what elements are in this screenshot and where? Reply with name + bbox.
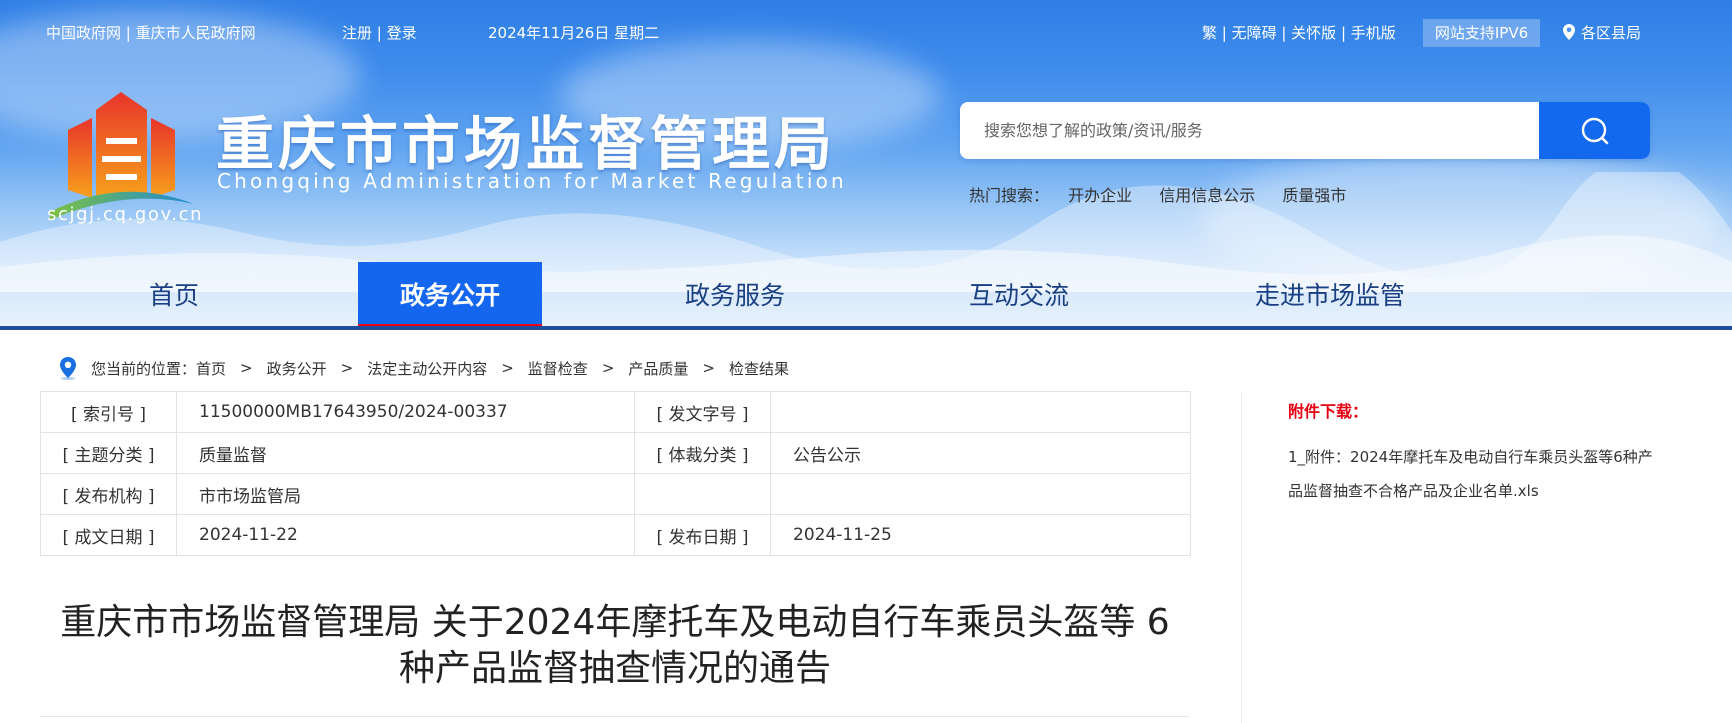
breadcrumb-separator: > [702, 359, 715, 377]
meta-value: 11500000MB17643950/2024-00337 [176, 391, 635, 433]
meta-value: 市市场监管局 [176, 473, 635, 515]
nav-underline [0, 326, 1732, 330]
column-divider [1241, 391, 1242, 723]
breadcrumb-item[interactable]: 监督检查 [528, 358, 588, 379]
nav-about-regulation[interactable]: 走进市场监管 [1240, 262, 1420, 326]
site-header: 中国政府网 | 重庆市人民政府网 注册 | 登录 2024年11月26日 星期二… [0, 0, 1732, 330]
search-icon [1581, 117, 1608, 144]
title-divider [40, 716, 1189, 717]
table-row: [ 成文日期 ] 2024-11-22 [ 发布日期 ] 2024-11-25 [40, 514, 1191, 556]
meta-value: 质量监督 [176, 432, 635, 474]
hot-search: 热门搜索： 开办企业 信用信息公示 质量强市 [969, 182, 1346, 206]
ipv6-badge: 网站支持IPV6 [1423, 19, 1540, 47]
table-row: [ 发布机构 ] 市市场监管局 [40, 473, 1191, 515]
nav-interaction[interactable]: 互动交流 [944, 262, 1094, 326]
breadcrumb-separator: > [501, 359, 514, 377]
document-meta-table: [ 索引号 ] 11500000MB17643950/2024-00337 [ … [40, 391, 1191, 556]
table-row: [ 索引号 ] 11500000MB17643950/2024-00337 [ … [40, 391, 1191, 433]
hot-term-credit[interactable]: 信用信息公示 [1159, 186, 1255, 205]
breadcrumb-item[interactable]: 检查结果 [729, 358, 789, 379]
breadcrumb-prefix: 您当前的位置： [91, 359, 197, 378]
meta-label: [ 成文日期 ] [40, 514, 177, 556]
meta-label: [ 发布日期 ] [634, 514, 771, 556]
meta-value [770, 391, 1191, 433]
meta-value: 2024-11-25 [770, 514, 1191, 556]
meta-label: [ 主题分类 ] [40, 432, 177, 474]
nav-government-services[interactable]: 政务服务 [660, 262, 810, 326]
hot-term-business[interactable]: 开办企业 [1068, 186, 1132, 205]
accessibility-tools[interactable]: 繁 | 无障碍 | 关怀版 | 手机版 [1202, 22, 1396, 43]
location-pin-icon [1563, 24, 1575, 40]
attachment-link[interactable]: 1_附件：2024年摩托车及电动自行车乘员头盔等6种产品监督抽查不合格产品及企业… [1288, 440, 1658, 508]
nav-government-affairs[interactable]: 政务公开 [358, 262, 542, 330]
breadcrumb-separator: > [240, 359, 253, 377]
current-date: 2024年11月26日 星期二 [488, 24, 660, 42]
gov-links[interactable]: 中国政府网 | 重庆市人民政府网 [46, 22, 256, 43]
hot-search-label: 热门搜索： [969, 186, 1050, 205]
breadcrumb: 您当前的位置： 首页 > 政务公开 > 法定主动公开内容 > 监督检查 > 产品… [57, 356, 789, 380]
search-input[interactable] [960, 102, 1538, 159]
meta-label: [ 体裁分类 ] [634, 432, 771, 474]
register-login-links[interactable]: 注册 | 登录 [342, 22, 417, 43]
meta-label: [ 发布机构 ] [40, 473, 177, 515]
districts-label: 各区县局 [1581, 24, 1642, 42]
hot-term-quality[interactable]: 质量强市 [1282, 186, 1346, 205]
article-title: 重庆市市场监督管理局 关于2024年摩托车及电动自行车乘员头盔等 6 种产品监督… [60, 600, 1170, 692]
breadcrumb-separator: > [601, 359, 615, 377]
search-box [960, 102, 1650, 159]
attachments-title: 附件下载： [1288, 402, 1369, 421]
meta-label [634, 473, 771, 515]
site-domain: scjgj.cq.gov.cn [47, 204, 204, 225]
meta-label: [ 发文字号 ] [634, 391, 771, 433]
search-button[interactable] [1539, 102, 1650, 159]
breadcrumb-item[interactable]: 首页 [196, 358, 226, 379]
site-english-name: Chongqing Administration for Market Regu… [217, 169, 847, 193]
article-title-line: 种产品监督抽查情况的通告 [398, 648, 831, 689]
breadcrumb-separator: > [340, 359, 354, 377]
main-nav: 首页 政务公开 政务服务 互动交流 走进市场监管 [0, 262, 1732, 330]
breadcrumb-item[interactable]: 政务公开 [267, 358, 327, 379]
meta-value [770, 473, 1191, 515]
districts-link[interactable]: 各区县局 [1563, 22, 1641, 43]
breadcrumb-item[interactable]: 法定主动公开内容 [367, 358, 487, 379]
nav-home[interactable]: 首页 [124, 262, 224, 326]
breadcrumb-item[interactable]: 产品质量 [628, 358, 688, 379]
table-row: [ 主题分类 ] 质量监督 [ 体裁分类 ] 公告公示 [40, 432, 1191, 474]
article-title-line: 重庆市市场监督管理局 关于2024年摩托车及电动自行车乘员头盔等 6 [60, 602, 1170, 643]
meta-value: 2024-11-22 [176, 514, 635, 556]
meta-label: [ 索引号 ] [40, 391, 177, 433]
location-icon [60, 357, 76, 380]
meta-value: 公告公示 [770, 432, 1191, 474]
